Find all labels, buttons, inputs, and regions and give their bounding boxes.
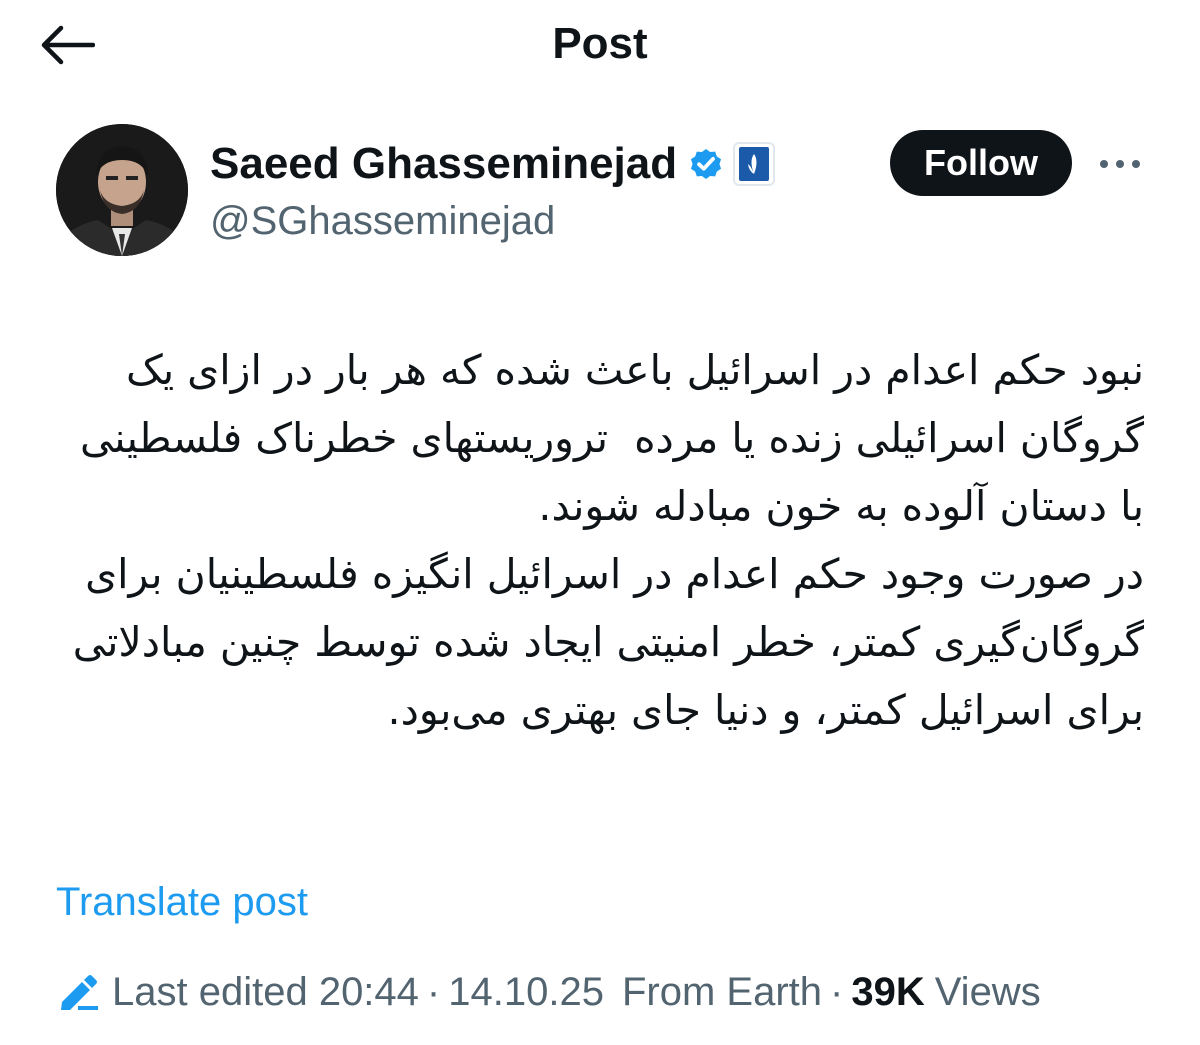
post-text: نبود حکم اعدام در اسرائیل باعث شده که هر… xyxy=(72,346,1144,734)
last-edited-link[interactable]: Last edited 20:44 xyxy=(112,970,419,1015)
author-name-row[interactable]: Saeed Ghasseminejad xyxy=(210,136,776,192)
views-label: Views xyxy=(934,969,1041,1014)
top-bar: Post xyxy=(0,0,1200,90)
page-title: Post xyxy=(552,19,648,68)
avatar-image xyxy=(56,124,188,256)
pencil-edit-icon[interactable] xyxy=(56,972,100,1012)
verified-badge-icon xyxy=(687,145,725,183)
more-horizontal-icon xyxy=(1100,160,1140,168)
meta-separator: · xyxy=(426,969,441,1014)
author-display-name: Saeed Ghasseminejad xyxy=(210,139,678,188)
follow-button[interactable]: Follow xyxy=(890,130,1072,196)
more-options-button[interactable] xyxy=(1096,144,1144,184)
translate-post-link[interactable]: Translate post xyxy=(56,874,308,930)
avatar[interactable] xyxy=(56,124,188,256)
views-count: 39K xyxy=(851,969,925,1014)
author-block: Saeed Ghasseminejad @SGhasseminejad Foll… xyxy=(56,124,1156,258)
author-handle[interactable]: @SGhasseminejad xyxy=(210,196,555,246)
post-date: 14.10.25 xyxy=(448,969,604,1014)
post-meta: Last edited 20:44 · 14.10.25 From Earth … xyxy=(56,962,1041,1022)
post-location: From Earth xyxy=(621,969,822,1014)
affiliation-badge-icon[interactable] xyxy=(733,142,776,186)
meta-separator: · xyxy=(830,969,844,1014)
